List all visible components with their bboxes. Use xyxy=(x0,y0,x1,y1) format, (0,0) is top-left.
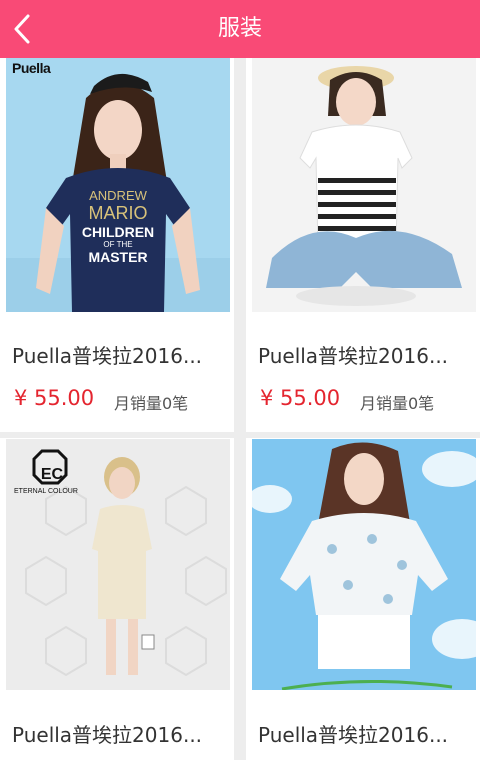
product-name[interactable]: Puella普埃拉2016... xyxy=(12,719,224,748)
product-name[interactable]: Puella普埃拉2016... xyxy=(12,340,224,369)
brand-logo: Puella xyxy=(12,60,51,76)
brand-logo: EC xyxy=(40,466,64,483)
product-card[interactable]: EC ETERNAL COLOUR Puella普埃拉2016... xyxy=(0,438,234,760)
product-image[interactable] xyxy=(252,58,476,312)
product-card[interactable]: Puella ANDREW MARIO CHILDREN OF THE MAST… xyxy=(0,58,234,432)
page-title: 服装 xyxy=(217,16,262,41)
product-image[interactable] xyxy=(252,438,476,690)
product-name[interactable]: Puella普埃拉2016... xyxy=(258,719,470,748)
brand-logo-subtext: ETERNAL COLOUR xyxy=(14,488,78,495)
product-image[interactable] xyxy=(6,58,230,312)
product-card[interactable]: Puella普埃拉2016... xyxy=(246,438,480,760)
monthly-sales: 月销量0笔 xyxy=(360,394,435,413)
shirt-print: ANDREW MARIO CHILDREN OF THE MASTER xyxy=(81,188,155,265)
product-name[interactable]: Puella普埃拉2016... xyxy=(258,340,470,369)
product-price: ¥ 55.00 xyxy=(260,386,341,410)
monthly-sales: 月销量0笔 xyxy=(114,394,189,413)
product-price: ¥ 55.00 xyxy=(14,386,95,410)
top-app-bar: 服装 xyxy=(0,0,480,58)
product-card[interactable]: Puella普埃拉2016... ¥ 55.00 月销量0笔 xyxy=(246,58,480,432)
